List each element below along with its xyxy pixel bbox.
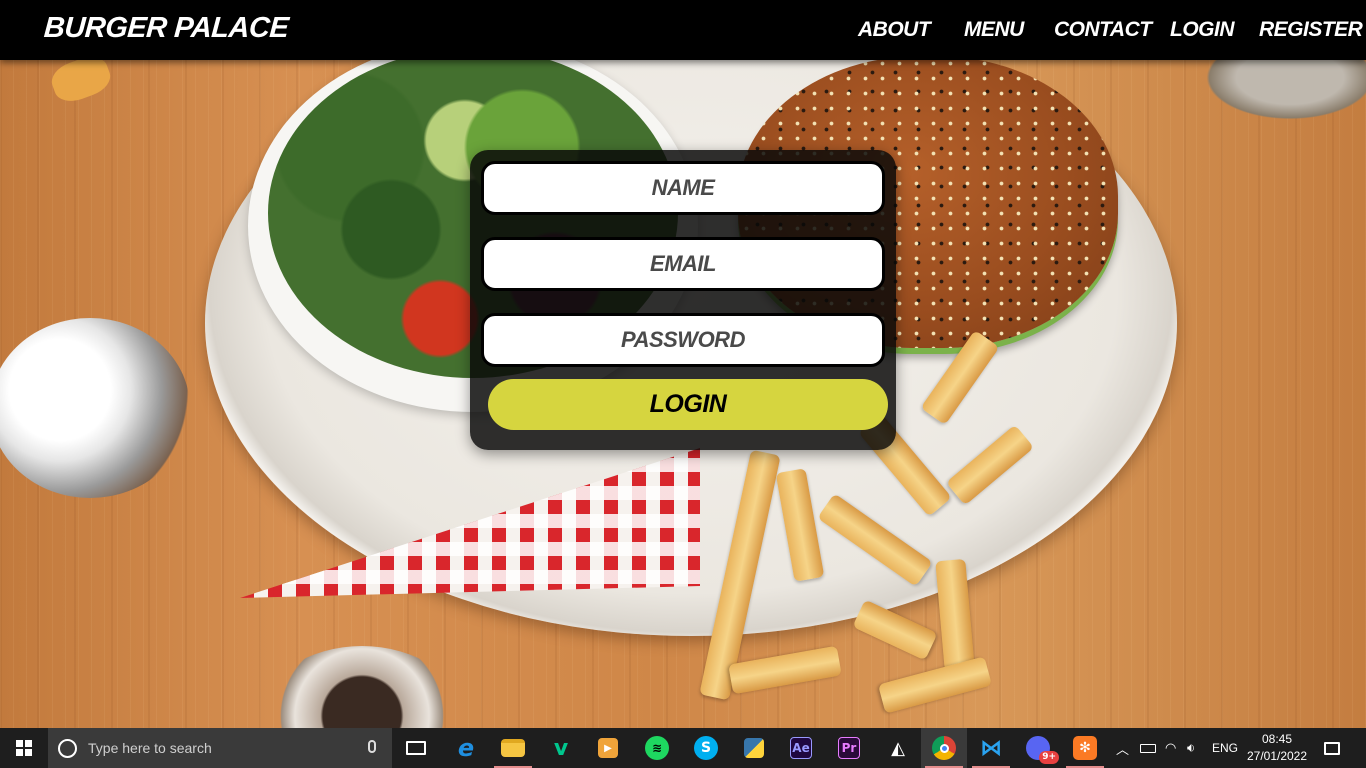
microphone-icon[interactable] [368,740,376,753]
language-indicator[interactable]: ENG [1212,741,1238,755]
email-input[interactable] [481,237,885,291]
nav-link-login[interactable]: LOGIN [1170,18,1235,42]
background-fry [852,599,938,661]
python-icon [744,738,764,758]
edge-icon: e [457,734,475,762]
battery-icon[interactable] [1140,743,1156,753]
chevron-up-icon[interactable]: ︿ [1116,739,1129,758]
nav-link-contact[interactable]: CONTACT [1054,18,1152,42]
video-player-icon: ▶ [598,738,618,758]
wifi-icon[interactable]: ◠ [1165,740,1176,756]
search-placeholder: Type here to search [88,740,212,756]
xampp-icon: ✻ [1073,736,1097,760]
taskbar-task-view[interactable] [393,728,439,768]
spotify-icon: ≋ [645,736,669,760]
taskbar-vscode[interactable]: ⋈ [968,728,1014,768]
taskbar-clock[interactable]: 08:45 27/01/2022 [1240,731,1314,765]
taskbar-spotify[interactable]: ≋ [634,728,680,768]
taskbar-edge[interactable]: e [443,728,489,768]
after-effects-icon: Ae [790,737,812,759]
vine-icon: v [553,735,569,761]
taskbar-vine[interactable]: v [538,728,584,768]
action-center-button[interactable] [1312,728,1352,768]
taskbar-premiere-pro[interactable]: Pr [826,728,872,768]
taskbar-inkscape[interactable]: ◭ [875,728,921,768]
login-form: LOGIN [470,150,896,450]
volume-icon[interactable]: 🔉︎ [1187,740,1195,756]
taskbar-discord[interactable]: 9+ [1015,728,1061,768]
taskbar-after-effects[interactable]: Ae [778,728,824,768]
system-tray: ︿ ◠ 🔉︎ ENG [1112,728,1238,768]
chrome-icon [932,736,956,760]
cortana-icon [58,739,77,758]
background-pepper-grinder [262,646,462,728]
clock-time: 08:45 [1261,732,1293,746]
task-view-icon [406,741,426,755]
name-input[interactable] [481,161,885,215]
taskbar-video-player[interactable]: ▶ [585,728,631,768]
taskbar-python[interactable] [731,728,777,768]
background-fry [728,645,842,695]
top-navbar: BURGER PALACE ABOUT MENU CONTACT LOGIN R… [0,0,1366,60]
nav-link-register[interactable]: REGISTER [1259,18,1363,42]
windows-logo-icon [16,740,32,756]
taskbar-file-explorer[interactable] [490,728,536,768]
premiere-pro-icon: Pr [838,737,860,759]
nav-link-menu[interactable]: MENU [964,18,1024,42]
inkscape-icon: ◭ [891,737,905,759]
notification-icon [1324,741,1340,755]
background-fry [877,656,993,714]
login-submit-button[interactable]: LOGIN [488,379,888,430]
taskbar-search-box[interactable]: Type here to search [48,728,392,768]
discord-badge: 9+ [1039,751,1059,764]
skype-icon: S [694,736,718,760]
nav-link-about[interactable]: ABOUT [858,18,931,42]
background-salt-shaker [0,318,190,498]
file-explorer-icon [501,739,525,757]
taskbar-chrome[interactable] [921,728,967,768]
taskbar-xampp[interactable]: ✻ [1062,728,1108,768]
start-button[interactable] [0,728,48,768]
taskbar-skype[interactable]: S [683,728,729,768]
password-input[interactable] [481,313,885,367]
vscode-icon: ⋈ [980,735,1002,761]
clock-date: 27/01/2022 [1246,749,1308,763]
windows-taskbar: Type here to search e v ▶ ≋ S Ae Pr ◭ ⋈ [0,728,1366,768]
brand-logo[interactable]: BURGER PALACE [43,12,290,45]
discord-icon: 9+ [1026,736,1059,764]
